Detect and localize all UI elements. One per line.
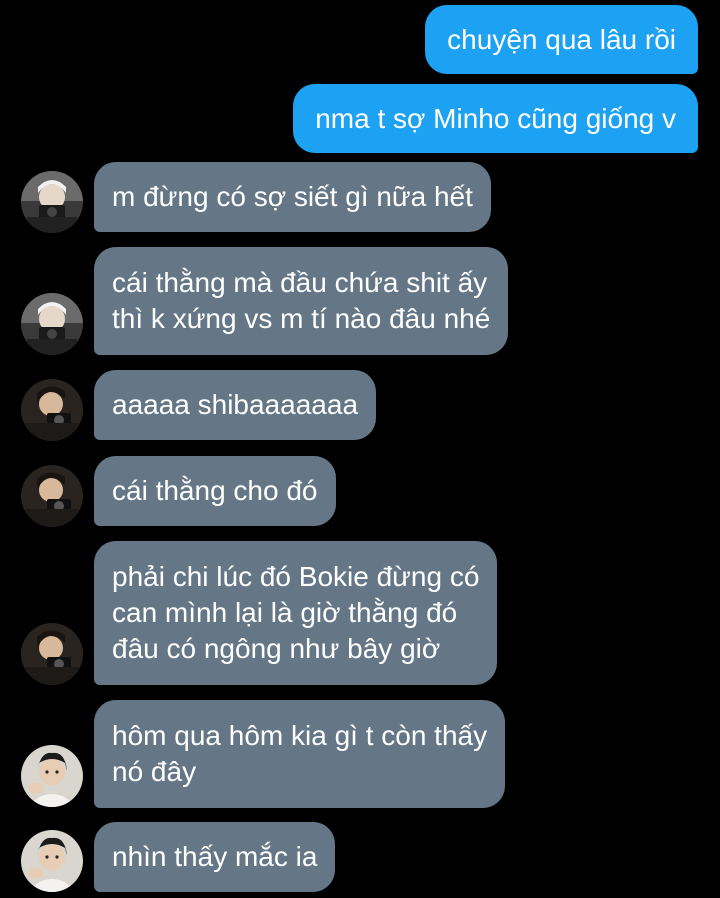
avatar-image <box>21 623 83 685</box>
avatar-image <box>21 745 83 807</box>
message-bubble-received[interactable]: phải chi lúc đó Bokie đừng có can mình l… <box>94 541 498 685</box>
message-text: nma t sợ Minho cũng giống v <box>315 102 676 134</box>
message-text-line: cái thằng mà đầu chứa shit ấy <box>112 267 488 298</box>
avatar-image <box>21 171 83 233</box>
message-text-line: phải chi lúc đó Bokie đừng có <box>112 561 480 592</box>
message-text: aaaaa shibaaaaaaa <box>112 389 359 420</box>
avatar-dark-hair-camera[interactable] <box>21 379 83 441</box>
avatar-image <box>21 830 83 892</box>
message-bubble-sent[interactable]: nma t sợ Minho cũng giống v <box>293 84 698 153</box>
message-bubble-received[interactable]: nhìn thấy mắc ia <box>94 822 336 892</box>
avatar-dark-hair-camera[interactable] <box>21 623 83 685</box>
message-bubble-received[interactable]: aaaaa shibaaaaaaa <box>94 370 377 440</box>
message-bubble-received[interactable]: hôm qua hôm kia gì t còn thấy nó đây <box>94 700 506 808</box>
message-text: chuyện qua lâu rồi <box>447 23 676 55</box>
message-text-line: đâu có ngông như bây giờ <box>112 633 441 664</box>
avatar-light-hair-camera[interactable] <box>21 293 83 355</box>
avatar-light-hair-camera[interactable] <box>21 171 83 233</box>
message-bubble-sent[interactable]: chuyện qua lâu rồi <box>425 5 698 74</box>
message-text: cái thằng cho đó <box>112 475 318 506</box>
avatar-boy-portrait[interactable] <box>21 745 83 807</box>
avatar-image <box>21 293 83 355</box>
message-bubble-received[interactable]: cái thằng cho đó <box>94 456 336 526</box>
avatar-dark-hair-camera[interactable] <box>21 465 83 527</box>
message-text: m đừng có sợ siết gì nữa hết <box>112 181 473 212</box>
avatar-image <box>21 465 83 527</box>
message-text: nhìn thấy mắc ia <box>112 841 318 872</box>
avatar-boy-portrait[interactable] <box>21 830 83 892</box>
message-bubble-received[interactable]: cái thằng mà đầu chứa shit ấy thì k xứng… <box>94 247 509 355</box>
message-text-line: nó đây <box>112 756 197 787</box>
message-text-line: thì k xứng vs m tí nào đâu nhé <box>112 303 491 334</box>
message-text-line: can mình lại là giờ thằng đó <box>112 597 458 628</box>
message-bubble-received[interactable]: m đừng có sợ siết gì nữa hết <box>94 162 491 232</box>
chat-thread: chuyện qua lâu rồi nma t sợ Minho cũng g… <box>0 0 720 898</box>
message-text-line: hôm qua hôm kia gì t còn thấy <box>112 720 488 751</box>
avatar-image <box>21 379 83 441</box>
